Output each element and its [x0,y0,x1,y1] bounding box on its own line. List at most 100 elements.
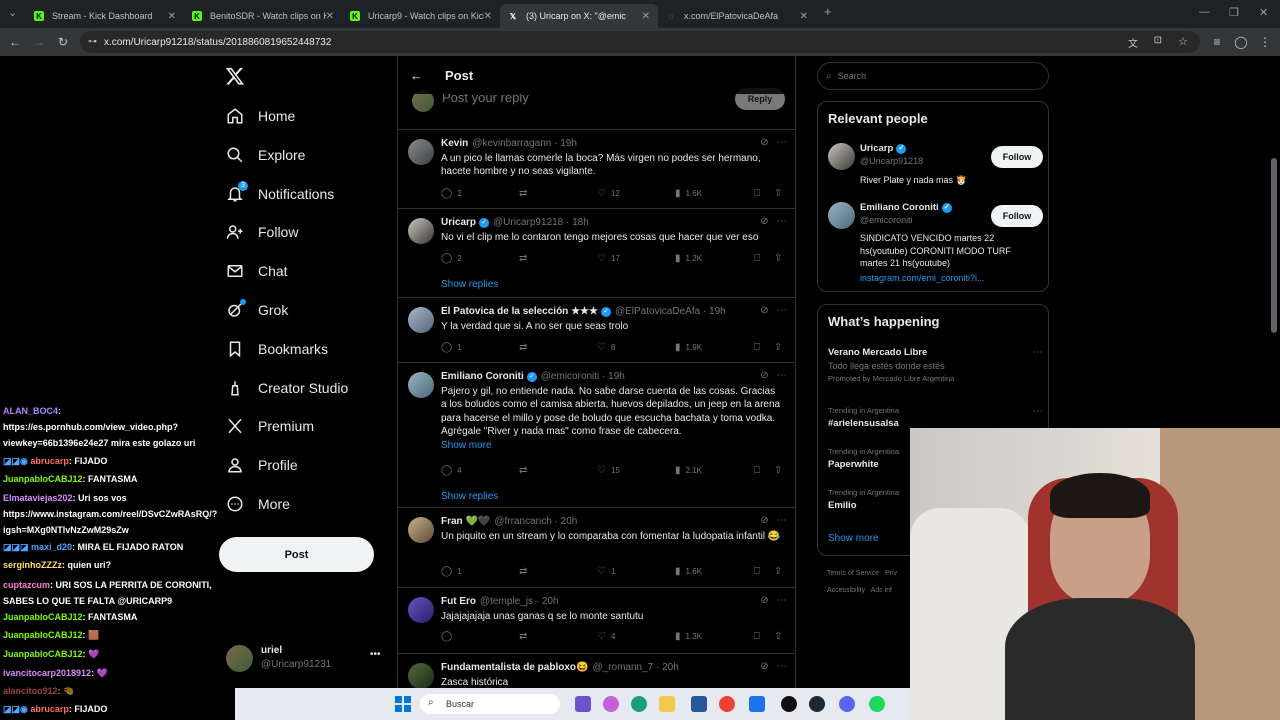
obs-icon[interactable] [781,696,797,712]
more-dots-icon[interactable]: ⋯ [777,595,787,606]
show-replies-link[interactable]: Show replies [441,491,498,502]
views-action[interactable]: ▮ 1.9K [675,342,702,353]
person-row[interactable]: Emiliano Coroniti ✓ @emicoroniti SINDICAT… [828,202,1043,285]
reply-action[interactable]: ◯ 4 [441,465,462,476]
site-info-icon[interactable]: ⊶ [88,36,97,47]
close-tab-icon[interactable]: ✕ [642,11,650,22]
nav-grok[interactable]: Grok [226,296,288,324]
grok-icon[interactable]: ⊘ [760,305,768,316]
footer-links[interactable]: Terms of Service Priv [827,570,897,577]
bookmark-action[interactable]: ⎕ [754,566,765,577]
like-action[interactable]: ♡ 1 [597,566,615,577]
footer-links[interactable]: Accessibility Ads inf [827,587,892,594]
forward-icon[interactable]: → [32,35,46,49]
grok-icon[interactable]: ⊘ [760,661,768,672]
translate-icon[interactable]: 文 [1128,35,1138,50]
bookmark-action[interactable]: ⎕ [754,253,765,264]
reply-action[interactable]: ◯ 2 [441,188,462,199]
x-logo-icon[interactable] [225,66,245,86]
views-action[interactable]: ▮ 1.6K [675,188,702,199]
bookmark-action[interactable]: ⎕ [754,465,765,476]
views-action[interactable]: ▮ 1.3K [675,631,702,642]
nav-follow[interactable]: Follow [226,218,298,246]
tweet-author[interactable]: Fran 💚🖤 [441,516,490,527]
tab-kick-dashboard[interactable]: K Stream - Kick Dashboard ✕ [26,4,184,28]
grok-icon[interactable]: ⊘ [760,370,768,381]
like-action[interactable]: ♡ 15 [597,465,620,476]
close-tab-icon[interactable]: ✕ [168,11,176,22]
like-action[interactable]: ♡ 12 [597,188,620,199]
more-dots-icon[interactable]: ⋯ [777,305,787,316]
close-window-icon[interactable]: ✕ [1259,6,1268,19]
edge-icon[interactable] [631,696,647,712]
bookmark-action[interactable]: ⎕ [754,188,765,199]
bookmark-action[interactable]: ⎕ [754,342,765,353]
vpn-icon[interactable] [749,696,765,712]
like-action[interactable]: ♡ 17 [597,253,620,264]
reply-action[interactable]: ◯ 2 [441,253,462,264]
install-icon[interactable]: ⊡ [1154,35,1162,46]
repost-action[interactable]: ⇄ [519,342,532,353]
close-tab-icon[interactable]: ✕ [800,11,808,22]
tab-list-icon[interactable]: ⌄ [8,6,17,19]
follow-button[interactable]: Follow [991,146,1043,168]
share-action[interactable]: ⇧ [774,465,787,476]
nav-chat[interactable]: Chat [226,257,288,285]
more-dots-icon[interactable]: ⋯ [1033,406,1043,417]
share-action[interactable]: ⇧ [774,631,787,642]
repost-action[interactable]: ⇄ [519,188,532,199]
copilot-icon[interactable] [603,696,619,712]
steam-icon[interactable] [809,696,825,712]
tweet[interactable]: Uricarp ✓ @Uricarp91218 · 18h ⊘ ⋯ No vi el… [398,209,795,298]
like-action[interactable]: ♡ 8 [597,342,615,353]
close-tab-icon[interactable]: ✕ [484,11,492,22]
tab-elpatovica[interactable]: ◌ x.com/ElPatovicaDeAfa ✕ [658,4,816,28]
repost-action[interactable]: ⇄ [519,631,532,642]
spotify-icon[interactable] [869,696,885,712]
show-more-link[interactable]: Show more [441,440,492,451]
more-dots-icon[interactable]: ⋯ [777,137,787,148]
follow-button[interactable]: Follow [991,205,1043,227]
nav-premium[interactable]: Premium [226,412,314,440]
new-tab-icon[interactable]: + [824,4,832,19]
nav-explore[interactable]: Explore [226,141,305,169]
minimize-icon[interactable]: — [1199,6,1210,18]
more-dots-icon[interactable]: ⋯ [777,661,787,672]
grok-icon[interactable]: ⊘ [760,216,768,227]
tweet-author[interactable]: Fut Ero [441,596,476,607]
windows-start-icon[interactable] [395,696,411,712]
close-tab-icon[interactable]: ✕ [326,11,334,22]
share-action[interactable]: ⇧ [774,253,787,264]
tab-uricarp-x[interactable]: 𝕏 (3) Uricarp on X: "@emicoroniti ✕ [500,4,658,28]
nav-profile[interactable]: Profile [226,451,298,479]
more-dots-icon[interactable]: ⋯ [777,216,787,227]
tweet[interactable]: Fran 💚🖤 @frrancanch · 20h ⊘ ⋯ Un piquito … [398,508,795,588]
taskbar-search[interactable]: ⌕ Buscar [420,694,560,714]
show-more-link[interactable]: Show more [828,533,879,544]
repost-action[interactable]: ⇄ [519,465,532,476]
grok-icon[interactable]: ⊘ [760,515,768,526]
tweet[interactable]: El Patovica de la selección ★★★ ✓ @ElPatov… [398,298,795,363]
profile-icon[interactable]: ◯ [1234,35,1248,49]
more-dots-icon[interactable]: ••• [370,649,381,660]
menu-icon[interactable]: ⋮ [1258,35,1272,49]
tweet-author[interactable]: Emiliano Coroniti [441,371,524,382]
maximize-icon[interactable]: ❐ [1229,6,1239,19]
tweet[interactable]: Kevin @kevinbarragann · 19h ⊘ ⋯ A un pico… [398,130,795,209]
bio-link[interactable]: instagram.com/emi_coroniti?i... [860,272,1040,285]
show-replies-link[interactable]: Show replies [441,279,498,290]
scrollbar-thumb[interactable] [1271,158,1277,333]
tweet-author[interactable]: El Patovica de la selección ★★★ [441,306,598,317]
discord-icon[interactable] [839,696,855,712]
teams-icon[interactable] [575,696,591,712]
bookmark-action[interactable]: ⎕ [754,631,765,642]
share-action[interactable]: ⇧ [774,188,787,199]
reply-action[interactable]: ◯ 1 [441,342,462,353]
trend-item[interactable]: Verano Mercado Libre Todo llega estés do… [828,347,1043,383]
nav-bookmarks[interactable]: Bookmarks [226,335,328,363]
grok-icon[interactable]: ⊘ [760,137,768,148]
tab-uricarp9[interactable]: K Uricarp9 - Watch clips on Kick ✕ [342,4,500,28]
tweet-author[interactable]: Uricarp [441,217,476,228]
tweet[interactable]: Emiliano Coroniti ✓ @emicoroniti · 19h ⊘ ⋯… [398,363,795,508]
more-dots-icon[interactable]: ⋯ [777,370,787,381]
